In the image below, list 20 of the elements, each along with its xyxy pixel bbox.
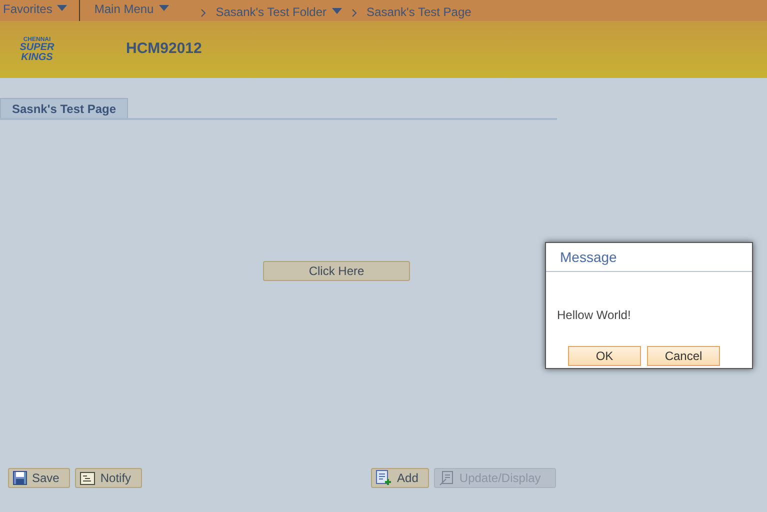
- dialog-button[interactable]: Cancel: [647, 346, 720, 366]
- caret-icon: [158, 4, 169, 10]
- caret-icon: [332, 8, 342, 14]
- edit-document-icon: [439, 470, 454, 486]
- caret-icon: [57, 4, 68, 10]
- note-icon: [80, 472, 96, 484]
- click-here-button[interactable]: Click Here: [263, 261, 410, 281]
- toolbar-button[interactable]: Add: [371, 468, 430, 488]
- toolbar-button[interactable]: Notify: [75, 468, 142, 488]
- dialog-message: Hellow World!: [557, 308, 631, 322]
- logo-text: SUPER: [20, 42, 54, 52]
- logo-text: KINGS: [21, 52, 53, 62]
- dialog-button[interactable]: OK: [568, 346, 641, 366]
- page-tab[interactable]: Sasnk's Test Page: [0, 98, 128, 118]
- toolbar-button[interactable]: Save: [8, 468, 70, 488]
- header-title: HCM92012: [126, 39, 202, 60]
- chevron-icon: [200, 9, 206, 17]
- add-document-icon: [376, 470, 392, 486]
- chevron-icon: [352, 9, 357, 17]
- dialog-title: Message: [560, 248, 617, 267]
